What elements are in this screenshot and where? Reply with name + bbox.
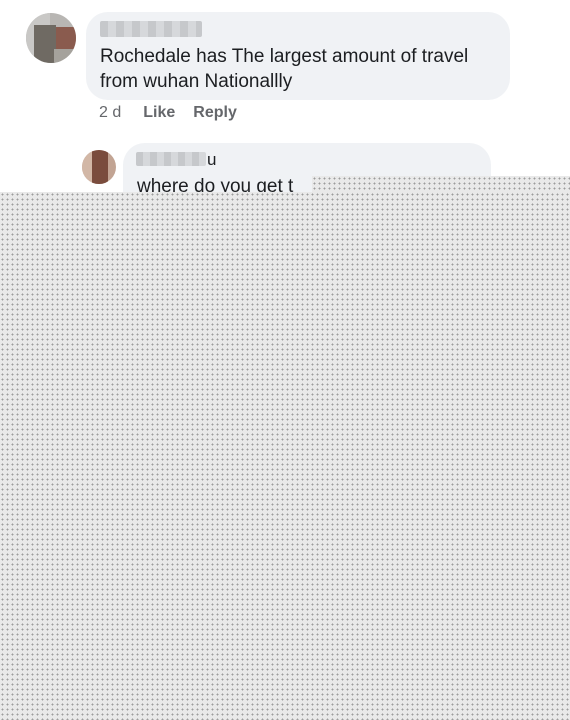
comment-text: Rochedale has The largest amount of trav…	[100, 46, 469, 92]
comment-actions: 2 d Like Reply	[99, 102, 237, 124]
reply-author-name-redacted[interactable]	[136, 152, 206, 166]
author-name-redacted[interactable]	[100, 21, 202, 37]
redaction-mask	[312, 176, 570, 193]
like-button[interactable]: Like	[143, 102, 175, 124]
reply-button[interactable]: Reply	[193, 102, 237, 124]
redaction-mask	[0, 192, 570, 720]
reply-avatar[interactable]	[82, 150, 116, 184]
reply-author-name-visible-part[interactable]: u	[207, 150, 216, 170]
avatar[interactable]	[26, 13, 76, 63]
comment-timestamp[interactable]: 2 d	[99, 102, 121, 124]
